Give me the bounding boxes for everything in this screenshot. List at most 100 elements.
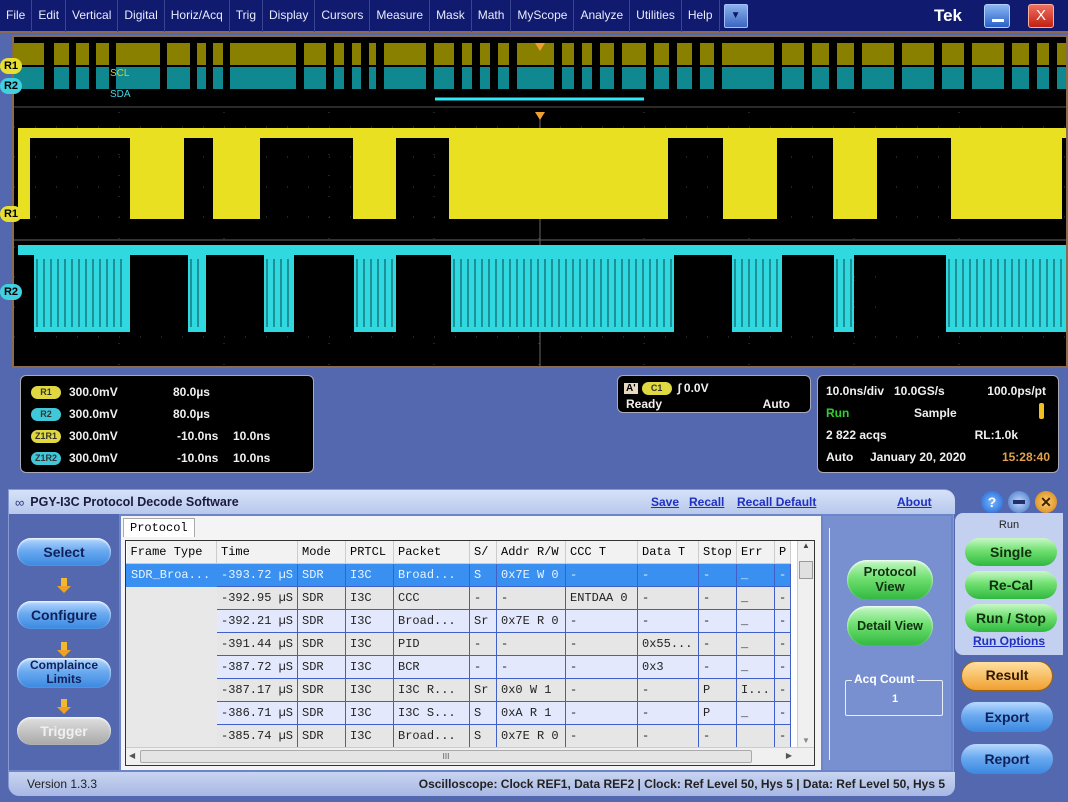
ref2-trace-block bbox=[732, 252, 782, 332]
column-header[interactable]: Err bbox=[736, 541, 776, 564]
close-panel-icon[interactable]: ✕ bbox=[1035, 491, 1057, 513]
arrow-down-icon bbox=[57, 699, 71, 715]
r2-marker[interactable]: R2 bbox=[0, 284, 22, 300]
trigger-button[interactable]: Trigger bbox=[17, 717, 111, 745]
scroll-down-icon[interactable]: ▼ bbox=[798, 736, 814, 745]
table-row[interactable]: -387.72 µS SDR I3C BCR - - -0x3- _ - bbox=[126, 654, 792, 679]
table-cell bbox=[126, 723, 217, 748]
menu-edit[interactable]: Edit bbox=[32, 0, 67, 32]
recall-link[interactable]: Recall bbox=[689, 495, 724, 509]
tab-protocol[interactable]: Protocol bbox=[123, 518, 195, 537]
r2-overview-marker[interactable]: R2 bbox=[0, 78, 22, 94]
minimize-button[interactable] bbox=[984, 4, 1010, 28]
menu-digital[interactable]: Digital bbox=[118, 0, 165, 32]
column-header[interactable]: PRTCL bbox=[345, 541, 395, 564]
detail-view-button[interactable]: Detail View bbox=[847, 606, 933, 646]
waveform-display[interactable]: SCL SDA bbox=[12, 35, 1068, 368]
menu-dropdown-button[interactable]: ▼ bbox=[723, 3, 748, 28]
table-row[interactable]: -387.17 µS SDR I3C I3C R... Sr 0x0 W 1- - P I...… bbox=[126, 677, 792, 702]
table-cell: - bbox=[469, 654, 498, 679]
menu-trig[interactable]: Trig bbox=[230, 0, 263, 32]
vertical-scrollbar[interactable]: ▲ ▼ bbox=[797, 541, 814, 747]
menu-horiz-acq[interactable]: Horiz/Acq bbox=[165, 0, 230, 32]
table-cell: SDR bbox=[297, 700, 347, 725]
menu-cursors[interactable]: Cursors bbox=[315, 0, 371, 32]
close-button[interactable]: X bbox=[1028, 4, 1054, 28]
menu-myscope[interactable]: MyScope bbox=[511, 0, 575, 32]
select-button[interactable]: Select bbox=[17, 538, 111, 566]
column-header[interactable]: S/ bbox=[469, 541, 498, 564]
z1r2-position: -10.0ns bbox=[177, 451, 219, 465]
table-cell: - bbox=[774, 677, 792, 702]
view-column: Protocol View Detail View Acq Count 1 bbox=[823, 516, 951, 770]
menu-help[interactable]: Help bbox=[682, 0, 720, 32]
configure-button[interactable]: Configure bbox=[17, 601, 111, 629]
overview-gap bbox=[326, 43, 334, 89]
table-cell: _ bbox=[736, 700, 776, 725]
column-header[interactable]: Data T bbox=[637, 541, 700, 564]
table-row[interactable]: -385.74 µS SDR I3C Broad... S 0x7E R 0---- bbox=[126, 723, 792, 748]
acquisition-readout[interactable]: 10.0ns/div 10.0GS/s 100.0ps/pt Run Sampl… bbox=[817, 375, 1059, 473]
protocol-view-button[interactable]: Protocol View bbox=[847, 560, 933, 600]
horizontal-scrollbar[interactable]: ◀ III ▶ bbox=[126, 747, 814, 765]
column-header[interactable]: Packet bbox=[393, 541, 471, 564]
overview-gap bbox=[1029, 43, 1037, 89]
ref2-trace-block bbox=[946, 252, 1066, 332]
trigger-readout[interactable]: A' C1 ∫ 0.0V Ready Auto bbox=[617, 375, 811, 413]
result-button[interactable]: Result bbox=[961, 661, 1053, 691]
menu-math[interactable]: Math bbox=[472, 0, 512, 32]
table-cell: -387.17 µS bbox=[215, 677, 299, 702]
column-header[interactable]: CCC T bbox=[565, 541, 639, 564]
recal-button[interactable]: Re-Cal bbox=[965, 571, 1057, 599]
overview-gap bbox=[669, 43, 677, 89]
scroll-left-icon[interactable]: ◀ bbox=[129, 751, 135, 760]
status-bar: Version 1.3.3 Oscilloscope: Clock REF1, … bbox=[9, 772, 955, 796]
column-header[interactable]: Stop bbox=[698, 541, 738, 564]
channel-row-z1r2: Z1R2 300.0mV -10.0ns 10.0ns bbox=[31, 450, 270, 466]
menu-measure[interactable]: Measure bbox=[370, 0, 431, 32]
workflow-column: Select Configure Complaince Limits Trigg… bbox=[9, 514, 119, 770]
table-row[interactable]: -386.71 µS SDR I3C I3C S... S 0xA R 1- - P _ - bbox=[126, 700, 792, 725]
thermometer-icon bbox=[1039, 403, 1044, 419]
table-row[interactable]: -392.95 µS SDR I3C CCC - - ENTDAA 0- - _ - bbox=[126, 585, 792, 610]
r1-overview-marker[interactable]: R1 bbox=[0, 58, 22, 74]
overview-gap bbox=[964, 43, 972, 89]
column-header[interactable]: Frame Type bbox=[126, 541, 217, 564]
save-link[interactable]: Save bbox=[651, 495, 679, 509]
menu-utilities[interactable]: Utilities bbox=[630, 0, 682, 32]
help-icon[interactable]: ? bbox=[981, 491, 1003, 513]
column-header[interactable]: P bbox=[774, 541, 792, 564]
table-cell: Sr bbox=[469, 677, 498, 702]
menu-display[interactable]: Display bbox=[263, 0, 316, 32]
vertical-scroll-thumb[interactable] bbox=[799, 561, 813, 579]
menu-mask[interactable]: Mask bbox=[430, 0, 472, 32]
z1r1-extra: 10.0ns bbox=[233, 429, 271, 443]
column-header[interactable]: Time bbox=[216, 541, 299, 564]
column-header[interactable]: Mode bbox=[297, 541, 347, 564]
about-link[interactable]: About bbox=[897, 495, 932, 509]
menu-analyze[interactable]: Analyze bbox=[574, 0, 631, 32]
table-row[interactable]: SDR_Broa... -393.72 µS SDR I3C Broad... S 0x7E… bbox=[126, 562, 792, 587]
run-options-link[interactable]: Run Options bbox=[955, 634, 1063, 648]
menu-vertical[interactable]: Vertical bbox=[66, 0, 119, 32]
single-button[interactable]: Single bbox=[965, 538, 1057, 566]
ref1-trace-block bbox=[18, 137, 30, 219]
table-cell: P bbox=[698, 677, 738, 702]
r1-marker[interactable]: R1 bbox=[0, 206, 22, 222]
export-button[interactable]: Export bbox=[961, 702, 1053, 732]
menu-file[interactable]: File bbox=[0, 0, 33, 32]
table-row[interactable]: -391.44 µS SDR I3C PID - - -0x55... - _ - bbox=[126, 631, 792, 656]
horizontal-scroll-thumb[interactable]: III bbox=[140, 750, 752, 763]
compliance-limits-button[interactable]: Complaince Limits bbox=[17, 658, 111, 688]
scroll-right-icon[interactable]: ▶ bbox=[786, 751, 792, 760]
minimize-panel-icon[interactable] bbox=[1008, 491, 1030, 513]
scroll-up-icon[interactable]: ▲ bbox=[798, 541, 814, 550]
column-header[interactable]: Addr R/W bbox=[496, 541, 567, 564]
table-cell: I3C bbox=[345, 700, 395, 725]
report-button[interactable]: Report bbox=[961, 744, 1053, 774]
channel-readout[interactable]: R1 300.0mV 80.0µs R2 300.0mV 80.0µs Z1R1… bbox=[20, 375, 314, 473]
r1-time: 80.0µs bbox=[173, 385, 210, 399]
table-row[interactable]: -392.21 µS SDR I3C Broad... Sr 0x7E R 0- - - _ - bbox=[126, 608, 792, 633]
run-stop-button[interactable]: Run / Stop bbox=[965, 604, 1057, 632]
recall-default-link[interactable]: Recall Default bbox=[737, 495, 816, 509]
